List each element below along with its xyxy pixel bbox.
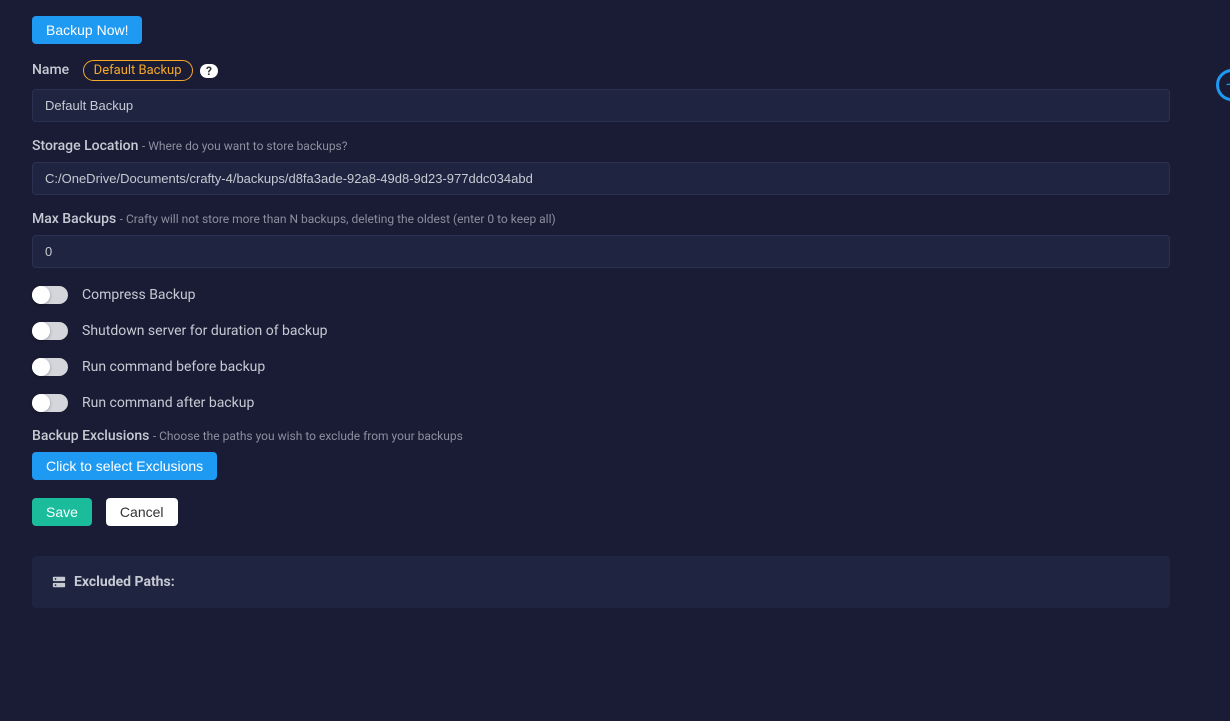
backup-now-button[interactable]: Backup Now! <box>32 16 142 44</box>
compress-label: Compress Backup <box>82 287 196 303</box>
shutdown-label: Shutdown server for duration of backup <box>82 323 328 339</box>
excluded-paths-title: Excluded Paths: <box>74 574 175 590</box>
storage-hint: - Where do you want to store backups? <box>142 139 348 153</box>
storage-label: Storage Location <box>32 138 138 154</box>
before-label: Run command before backup <box>82 359 265 375</box>
select-exclusions-button[interactable]: Click to select Exclusions <box>32 452 217 480</box>
max-backups-hint: - Crafty will not store more than N back… <box>120 212 556 226</box>
save-button[interactable]: Save <box>32 498 92 526</box>
storage-input[interactable] <box>32 162 1170 195</box>
after-toggle[interactable] <box>32 394 68 412</box>
name-label: Name <box>32 62 69 78</box>
shutdown-toggle[interactable] <box>32 322 68 340</box>
compress-toggle[interactable] <box>32 286 68 304</box>
default-backup-badge: Default Backup <box>83 60 193 81</box>
exclusions-hint: - Choose the paths you wish to exclude f… <box>153 429 463 443</box>
excluded-paths-panel: Excluded Paths: <box>32 556 1170 608</box>
help-icon[interactable]: ? <box>200 64 218 78</box>
cancel-button[interactable]: Cancel <box>106 498 178 526</box>
exclusions-label: Backup Exclusions <box>32 428 149 444</box>
max-backups-label: Max Backups <box>32 211 116 227</box>
name-input[interactable] <box>32 89 1170 122</box>
after-label: Run command after backup <box>82 395 254 411</box>
max-backups-input[interactable] <box>32 235 1170 268</box>
storage-icon <box>52 574 66 590</box>
add-backup-fab[interactable]: + <box>1216 69 1230 101</box>
before-toggle[interactable] <box>32 358 68 376</box>
